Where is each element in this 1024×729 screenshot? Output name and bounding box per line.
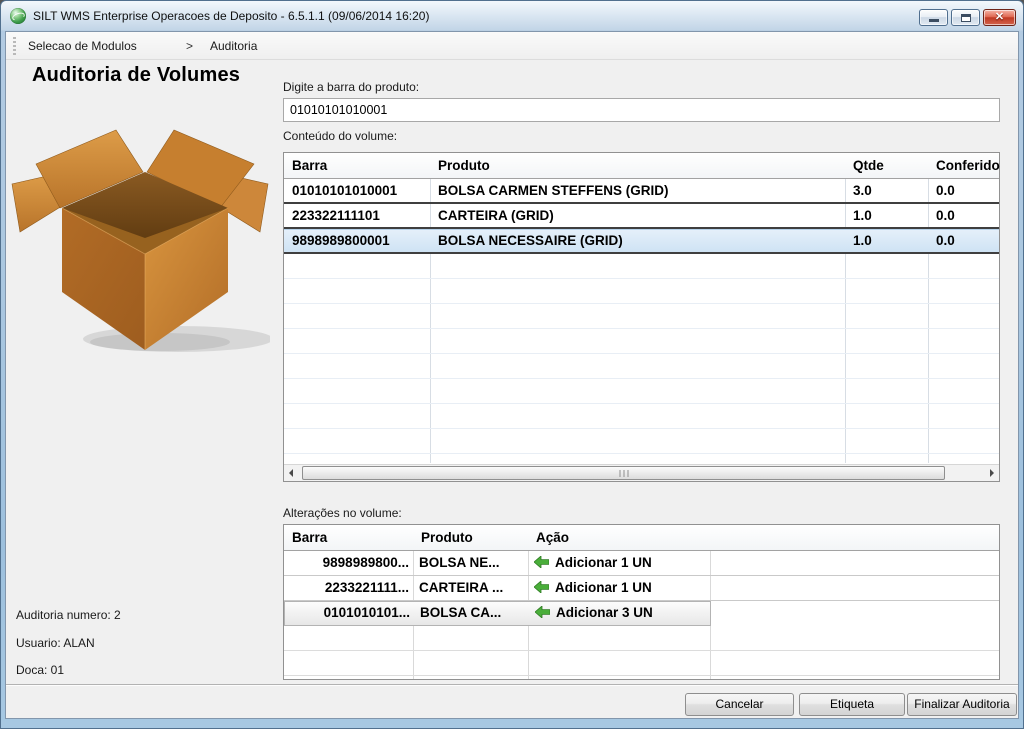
cancel-button[interactable]: Cancelar <box>685 693 794 716</box>
cell-barra: 9898989800001 <box>292 233 390 248</box>
breadcrumb-section[interactable]: Auditoria <box>210 32 257 60</box>
cell-produto: BOLSA NE... <box>419 555 500 570</box>
add-arrow-icon <box>535 606 550 618</box>
content-table: Barra Produto Qtde Conferido 01010101010… <box>283 152 1000 482</box>
open-box-image <box>11 129 270 352</box>
content-table-header: Barra Produto Qtde Conferido <box>284 153 1000 179</box>
add-arrow-icon <box>534 556 549 568</box>
app-window: SILT WMS Enterprise Operacoes de Deposit… <box>0 0 1024 729</box>
client-area: Selecao de Modulos > Auditoria Auditoria… <box>5 31 1019 719</box>
window-title: SILT WMS Enterprise Operacoes de Deposit… <box>33 9 430 23</box>
action-text: Adicionar 1 UN <box>555 555 652 570</box>
scroll-left-icon[interactable] <box>289 469 293 477</box>
header-conferido[interactable]: Conferido <box>936 153 1000 178</box>
cell-barra: 9898989800... <box>322 555 409 570</box>
action-text: Adicionar 3 UN <box>556 605 653 620</box>
cell-produto: BOLSA CA... <box>420 605 502 620</box>
minimize-icon <box>929 19 939 22</box>
scroll-right-icon[interactable] <box>990 469 994 477</box>
header-barra[interactable]: Barra <box>292 153 327 178</box>
action-text: Adicionar 1 UN <box>555 580 652 595</box>
cell-barra: 0101010101... <box>323 605 410 620</box>
cell-qtde: 3.0 <box>853 183 872 198</box>
header-produto[interactable]: Produto <box>421 525 473 550</box>
table-row[interactable]: 9898989800... BOLSA NE... Adicionar 1 UN <box>284 551 999 576</box>
horizontal-scrollbar[interactable] <box>284 464 999 481</box>
dock-label: Doca: 01 <box>16 663 65 677</box>
breadcrumb-toolbar: Selecao de Modulos > Auditoria <box>6 32 1018 60</box>
changes-table-header: Barra Produto Ação <box>284 525 999 551</box>
cell-produto: BOLSA NECESSAIRE (GRID) <box>438 233 623 248</box>
breadcrumb-separator: > <box>186 39 194 53</box>
cell-conferido: 0.0 <box>936 183 955 198</box>
cell-conferido: 0.0 <box>936 208 955 223</box>
header-acao[interactable]: Ação <box>536 525 569 550</box>
table-row-selected[interactable]: 0101010101... BOLSA CA... Adicionar 3 UN <box>284 601 711 626</box>
header-qtde[interactable]: Qtde <box>853 153 884 178</box>
cell-acao: Adicionar 1 UN <box>534 551 652 574</box>
close-icon: ✕ <box>994 11 1005 23</box>
barcode-input[interactable] <box>283 98 1000 122</box>
table-row[interactable]: 2233221111... CARTEIRA ... Adicionar 1 U… <box>284 576 999 601</box>
changes-table-label: Alterações no volume: <box>283 506 402 520</box>
maximize-icon <box>961 14 971 22</box>
scrollbar-thumb[interactable] <box>302 466 945 480</box>
etiqueta-button[interactable]: Etiqueta <box>799 693 905 716</box>
header-produto[interactable]: Produto <box>438 153 490 178</box>
header-barra[interactable]: Barra <box>292 525 327 550</box>
finalizar-auditoria-button[interactable]: Finalizar Auditoria <box>907 693 1017 716</box>
page-title: Auditoria de Volumes <box>32 64 241 86</box>
empty-grid-area <box>284 254 999 464</box>
app-icon <box>10 8 26 24</box>
cell-produto: CARTEIRA (GRID) <box>438 208 554 223</box>
titlebar: SILT WMS Enterprise Operacoes de Deposit… <box>1 1 1023 31</box>
breadcrumb-module[interactable]: Selecao de Modulos <box>28 32 137 60</box>
cell-acao: Adicionar 3 UN <box>535 602 653 624</box>
cell-qtde: 1.0 <box>853 233 872 248</box>
content-table-label: Conteúdo do volume: <box>283 129 398 143</box>
cell-conferido: 0.0 <box>936 233 955 248</box>
maximize-button[interactable] <box>951 9 980 26</box>
cell-produto: CARTEIRA ... <box>419 580 504 595</box>
table-row[interactable]: 01010101010001 BOLSA CARMEN STEFFENS (GR… <box>284 179 999 204</box>
changes-table: Barra Produto Ação 9898989800... BOLSA N… <box>283 524 1000 680</box>
audit-number-label: Auditoria numero: 2 <box>16 608 121 622</box>
minimize-button[interactable] <box>919 9 948 26</box>
cell-barra: 223322111101 <box>292 208 380 223</box>
close-button[interactable]: ✕ <box>983 9 1016 26</box>
empty-grid-area <box>284 626 999 679</box>
cell-acao: Adicionar 1 UN <box>534 576 652 599</box>
cell-produto: BOLSA CARMEN STEFFENS (GRID) <box>438 183 669 198</box>
add-arrow-icon <box>534 581 549 593</box>
scrollbar-grip-icon <box>619 470 628 477</box>
cell-barra: 2233221111... <box>324 580 409 595</box>
table-row[interactable]: 223322111101 CARTEIRA (GRID) 1.0 0.0 <box>284 204 999 229</box>
footer-divider <box>6 684 1018 686</box>
window-controls: ✕ <box>919 9 1016 26</box>
cell-qtde: 1.0 <box>853 208 872 223</box>
cell-barra: 01010101010001 <box>292 183 398 198</box>
toolbar-grip-icon <box>13 37 16 55</box>
table-row-selected[interactable]: 9898989800001 BOLSA NECESSAIRE (GRID) 1.… <box>284 229 999 254</box>
user-label: Usuario: ALAN <box>16 636 95 650</box>
barcode-label: Digite a barra do produto: <box>283 80 420 94</box>
